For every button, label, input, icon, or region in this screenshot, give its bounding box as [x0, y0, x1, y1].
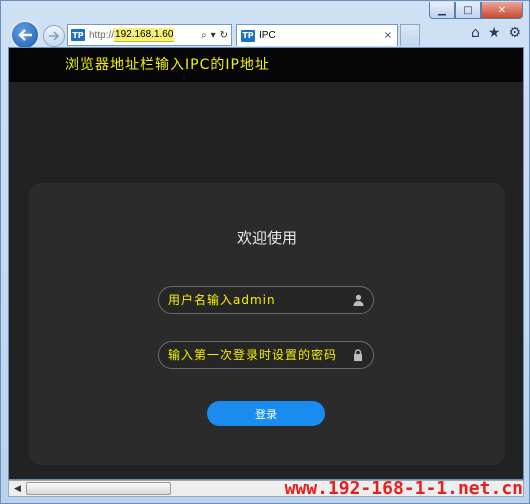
tab-close-icon[interactable]: ×: [384, 30, 392, 41]
password-input[interactable]: [159, 342, 347, 368]
password-field[interactable]: [158, 341, 374, 369]
login-button[interactable]: 登录: [207, 401, 325, 426]
maximize-button[interactable]: □: [455, 2, 481, 19]
username-input[interactable]: [159, 287, 347, 313]
welcome-title: 欢迎使用: [236, 229, 297, 247]
url-host[interactable]: 192.168.1.60: [114, 28, 175, 42]
window-caption-buttons: ▁ □ ✕: [429, 2, 523, 19]
url-scheme: http://: [89, 29, 115, 41]
close-window-button[interactable]: ✕: [481, 2, 523, 19]
address-annotation: 浏览器地址栏输入IPC的IP地址: [65, 57, 270, 73]
login-card: 欢迎使用 登录: [29, 183, 505, 465]
minimize-button[interactable]: ▁: [429, 2, 455, 19]
forward-arrow-icon: [49, 31, 60, 41]
lock-icon: [347, 349, 369, 361]
page-top-bar: 浏览器地址栏输入IPC的IP地址: [9, 48, 523, 82]
new-tab-button[interactable]: [400, 24, 420, 46]
settings-gear-icon[interactable]: ⚙: [508, 25, 521, 41]
browser-window: ▁ □ ✕ TP http:// 192.168.1.60 ⌕ ▾ ↻ TP I…: [0, 0, 530, 504]
tab-title: IPC: [259, 30, 276, 41]
favorites-star-icon[interactable]: ★: [488, 25, 501, 41]
tab-ipc[interactable]: TP IPC ×: [236, 24, 398, 46]
back-arrow-icon: [18, 29, 32, 41]
home-icon[interactable]: ⌂: [471, 25, 480, 41]
site-watermark: www.192-168-1-1.net.cn: [284, 478, 523, 499]
refresh-icon[interactable]: ↻: [220, 30, 228, 41]
web-page: 浏览器地址栏输入IPC的IP地址 欢迎使用 登录: [8, 47, 524, 480]
tp-favicon-icon: TP: [241, 29, 255, 42]
username-field[interactable]: [158, 286, 374, 314]
tp-favicon-icon: TP: [71, 29, 85, 41]
scroll-left-icon[interactable]: ◀: [9, 481, 26, 496]
user-icon: [347, 294, 369, 306]
dropdown-icon[interactable]: ▾: [211, 30, 216, 41]
scroll-thumb[interactable]: [26, 482, 171, 495]
toolbar-right-icons: ⌂ ★ ⚙: [471, 25, 521, 41]
address-bar[interactable]: TP http:// 192.168.1.60 ⌕ ▾ ↻: [67, 24, 232, 46]
back-button[interactable]: [10, 20, 40, 50]
address-bar-icons: ⌕ ▾ ↻: [201, 30, 228, 41]
forward-button[interactable]: [43, 25, 65, 47]
search-icon[interactable]: ⌕: [201, 30, 207, 41]
